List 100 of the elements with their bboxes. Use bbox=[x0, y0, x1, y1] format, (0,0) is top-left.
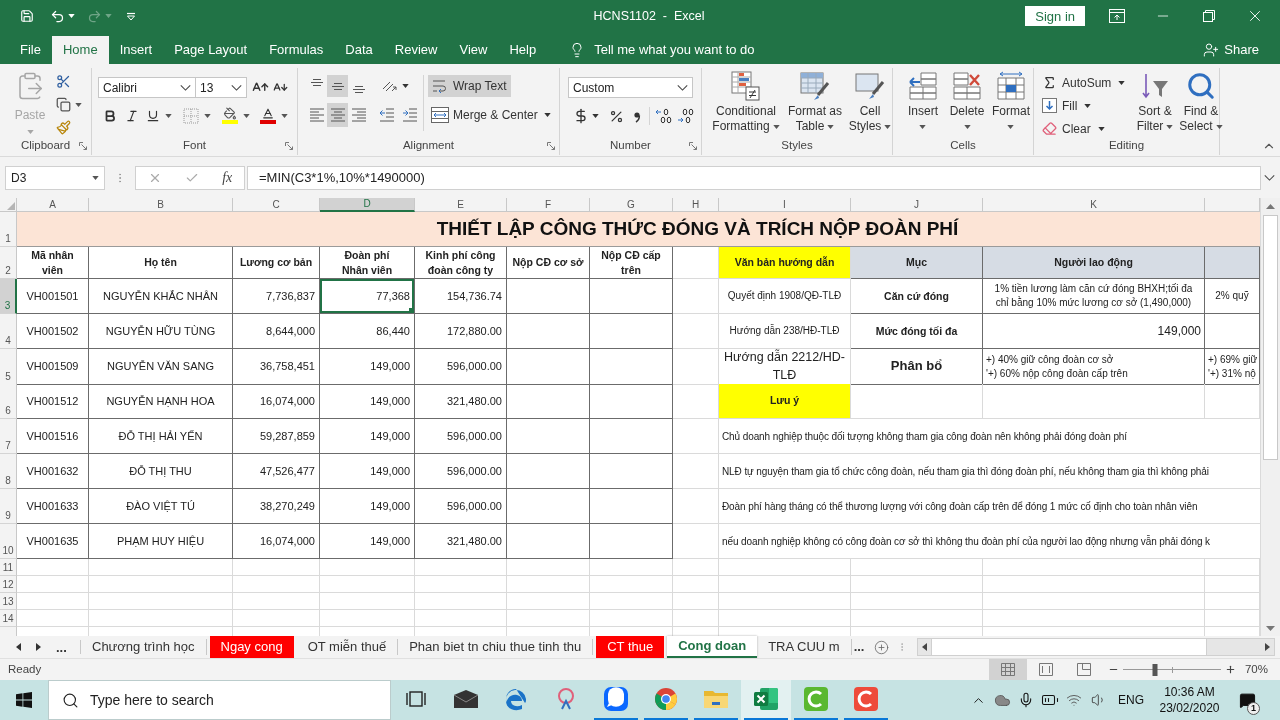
sheet-tab[interactable]: Chương trình học bbox=[81, 639, 207, 655]
horizontal-scrollbar[interactable] bbox=[917, 638, 1275, 656]
fill-handle[interactable] bbox=[409, 308, 414, 313]
ribbon-display-options-icon[interactable] bbox=[1109, 9, 1125, 23]
ribbon-tab[interactable]: Page Layout bbox=[163, 36, 259, 64]
sign-in-button[interactable]: Sign in bbox=[1025, 6, 1085, 26]
next-sheet-icon[interactable] bbox=[36, 643, 41, 651]
row-header[interactable]: 9 bbox=[0, 489, 17, 524]
format-painter-icon[interactable] bbox=[56, 120, 71, 135]
caret-icon[interactable] bbox=[281, 113, 288, 118]
fill-color-icon[interactable] bbox=[222, 107, 238, 124]
caret-icon[interactable] bbox=[592, 114, 599, 118]
notification-icon[interactable] bbox=[1238, 691, 1256, 709]
insert-function-button[interactable]: fx bbox=[222, 167, 233, 188]
dialog-launcher-icon[interactable] bbox=[285, 142, 293, 150]
row-header[interactable]: 10 bbox=[0, 524, 17, 559]
formula-field[interactable]: =MIN(C3*1%,10%*1490000) bbox=[247, 165, 1261, 190]
row-header[interactable]: 6 bbox=[0, 384, 17, 419]
column-header[interactable]: H bbox=[673, 198, 719, 212]
row-header[interactable]: 7 bbox=[0, 419, 17, 454]
font-color-icon[interactable] bbox=[260, 107, 276, 124]
row-header[interactable]: 14 bbox=[0, 610, 17, 627]
row-header[interactable]: 2 bbox=[0, 247, 17, 279]
currency-icon[interactable] bbox=[573, 108, 589, 124]
sheet-tab[interactable]: Cong doan bbox=[667, 636, 758, 658]
add-sheet-icon[interactable] bbox=[874, 639, 890, 655]
row-header[interactable]: 1 bbox=[0, 212, 17, 247]
row-header[interactable]: 5 bbox=[0, 349, 17, 385]
clock-time[interactable]: 10:36 AM bbox=[1164, 684, 1215, 700]
caret-icon[interactable] bbox=[75, 102, 82, 107]
insert-cells-button[interactable]: Insert bbox=[908, 70, 938, 137]
restore-icon[interactable] bbox=[1203, 10, 1215, 22]
fill-button[interactable]: Fill bbox=[1042, 97, 1092, 114]
clock-date[interactable]: 23/02/2020 bbox=[1159, 700, 1220, 716]
ribbon-tab[interactable]: File bbox=[9, 36, 52, 64]
wifi-icon[interactable] bbox=[1066, 692, 1083, 708]
scrollbar-thumb[interactable] bbox=[1263, 215, 1278, 460]
ribbon-tab[interactable]: Review bbox=[383, 36, 449, 64]
font-size-field[interactable]: 13 bbox=[196, 77, 247, 98]
column-header[interactable]: E bbox=[415, 198, 507, 212]
format-as-table-button[interactable]: Format as Table bbox=[788, 70, 842, 137]
column-header[interactable]: C bbox=[233, 198, 320, 212]
scroll-right-icon[interactable] bbox=[1265, 643, 1270, 651]
view-button[interactable] bbox=[988, 659, 1027, 680]
zoom-in-icon[interactable] bbox=[1224, 664, 1236, 675]
sheet-tab[interactable]: Phan biet tn chiu thue tinh thu bbox=[398, 639, 594, 655]
sheet-tab[interactable]: OT miễn thuế bbox=[296, 639, 399, 655]
row-header[interactable]: 11 bbox=[0, 559, 17, 576]
taskbar-search-field[interactable]: Type here to search bbox=[48, 680, 391, 720]
increase-decimal-icon[interactable] bbox=[655, 108, 673, 124]
ribbon-tab[interactable]: Insert bbox=[108, 36, 164, 64]
sheet-tab[interactable]: Ngay cong bbox=[209, 636, 294, 658]
bold-icon[interactable] bbox=[103, 108, 117, 123]
underline-icon[interactable] bbox=[146, 108, 160, 123]
input-language[interactable]: ENG bbox=[1111, 691, 1151, 709]
chevron-down-icon[interactable] bbox=[677, 84, 688, 91]
zoom-level[interactable]: 70% bbox=[1244, 660, 1268, 679]
zoom-slider[interactable] bbox=[1122, 663, 1221, 676]
column-header[interactable]: K bbox=[983, 198, 1205, 212]
chevron-down-icon[interactable] bbox=[1264, 174, 1275, 181]
scrollbar-thumb[interactable] bbox=[931, 639, 1208, 655]
scroll-down-icon[interactable] bbox=[1266, 626, 1275, 631]
copy-icon[interactable] bbox=[56, 97, 71, 112]
save-icon[interactable] bbox=[20, 9, 34, 23]
ribbon-tab[interactable]: Formulas bbox=[258, 36, 335, 64]
ribbon-tab[interactable]: Help bbox=[498, 36, 548, 64]
previous-sheet-icon[interactable] bbox=[16, 643, 21, 651]
row-header[interactable]: 13 bbox=[0, 593, 17, 610]
font-name-field[interactable]: Calibri bbox=[98, 77, 196, 98]
dialog-launcher-icon[interactable] bbox=[689, 142, 697, 150]
delete-cells-button[interactable]: Delete bbox=[949, 70, 985, 137]
more-sheets-button[interactable]: ... bbox=[853, 636, 865, 658]
undo-icon[interactable] bbox=[50, 8, 65, 24]
caret-icon[interactable] bbox=[243, 113, 250, 118]
row-header[interactable]: 3 bbox=[0, 279, 17, 314]
row-header[interactable]: 8 bbox=[0, 454, 17, 489]
chevron-down-icon[interactable] bbox=[231, 84, 242, 91]
column-header[interactable]: B bbox=[89, 198, 233, 212]
italic-icon[interactable] bbox=[125, 108, 139, 123]
percent-icon[interactable] bbox=[609, 108, 624, 124]
column-header[interactable]: J bbox=[851, 198, 983, 212]
conditional-formatting-button[interactable]: Conditional Formatting bbox=[712, 70, 780, 137]
cut-icon[interactable] bbox=[56, 74, 71, 89]
sort-filter-button[interactable]: Sort & Filter bbox=[1136, 70, 1174, 137]
name-box[interactable]: D3 bbox=[5, 165, 105, 190]
row-header[interactable]: 12 bbox=[0, 576, 17, 593]
dialog-launcher-icon[interactable] bbox=[79, 142, 87, 150]
sheet-tab[interactable]: CT thue bbox=[596, 636, 665, 658]
clear-button[interactable]: Clear bbox=[1042, 120, 1105, 137]
row-header[interactable]: 4 bbox=[0, 314, 17, 349]
scroll-up-icon[interactable] bbox=[1266, 204, 1275, 209]
zoom-slider-thumb[interactable] bbox=[1152, 663, 1158, 676]
column-header[interactable]: A bbox=[17, 198, 89, 212]
find-select-button[interactable]: Find & Select bbox=[1179, 70, 1223, 137]
merge-center-button[interactable]: Merge & Center bbox=[428, 104, 554, 126]
caret-icon[interactable] bbox=[68, 14, 75, 18]
caret-icon[interactable] bbox=[165, 113, 172, 118]
column-header[interactable]: F bbox=[507, 198, 590, 212]
vertical-scrollbar[interactable] bbox=[1260, 198, 1280, 636]
wrap-text-button[interactable]: Wrap Text bbox=[428, 75, 511, 97]
